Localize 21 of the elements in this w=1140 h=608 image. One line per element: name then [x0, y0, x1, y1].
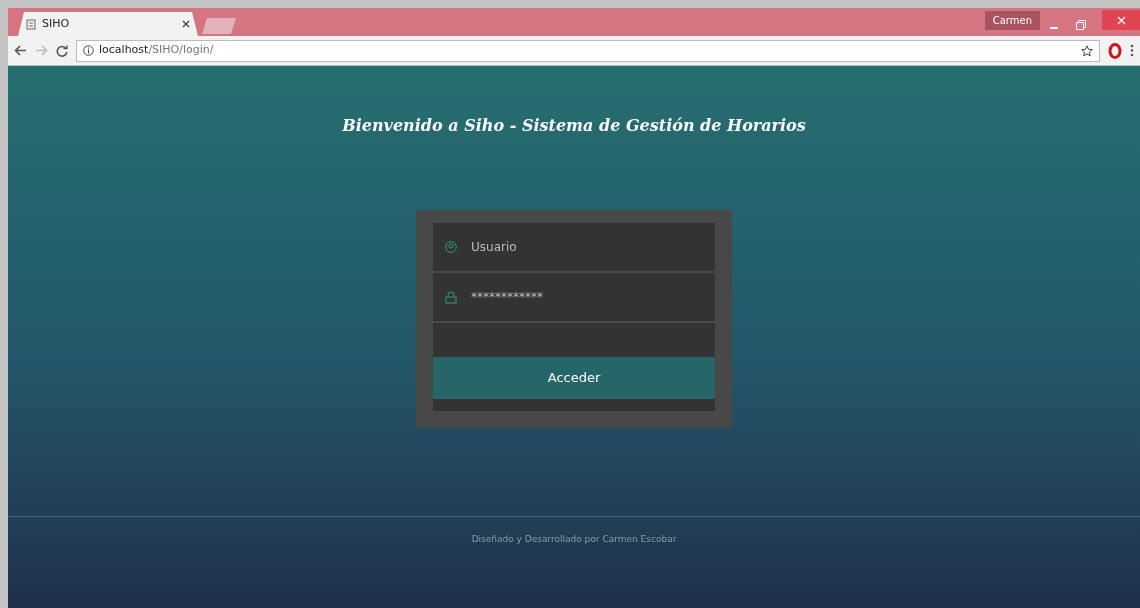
- footer-credit: Diseñado y Desarrollado por Carmen Escobar: [471, 533, 677, 546]
- tab-title: SIHO: [42, 15, 70, 32]
- profile-button[interactable]: Carmen: [984, 11, 1040, 30]
- browser-tab[interactable]: SIHO: [18, 12, 198, 36]
- page-icon: [26, 18, 36, 30]
- close-icon: [1116, 16, 1126, 25]
- star-icon[interactable]: [1081, 44, 1093, 57]
- close-window-button[interactable]: [1102, 10, 1140, 30]
- user-icon: [445, 241, 457, 253]
- back-arrow-icon[interactable]: [14, 45, 27, 56]
- address-bar[interactable]: localhost/SIHO/login/: [76, 39, 1100, 62]
- password-field[interactable]: ************: [433, 273, 715, 323]
- close-tab-icon[interactable]: [182, 20, 190, 28]
- submit-button[interactable]: Acceder: [433, 357, 715, 399]
- info-icon: [83, 45, 94, 56]
- url-text: localhost/SIHO/login/: [99, 42, 214, 59]
- username-field[interactable]: Usuario: [433, 223, 715, 273]
- menu-icon[interactable]: [1130, 44, 1134, 57]
- reload-icon[interactable]: [56, 44, 68, 57]
- page-heading: Bienvenido a Siho - Sistema de Gestión de Horarios: [342, 115, 806, 137]
- lock-icon: [445, 291, 457, 304]
